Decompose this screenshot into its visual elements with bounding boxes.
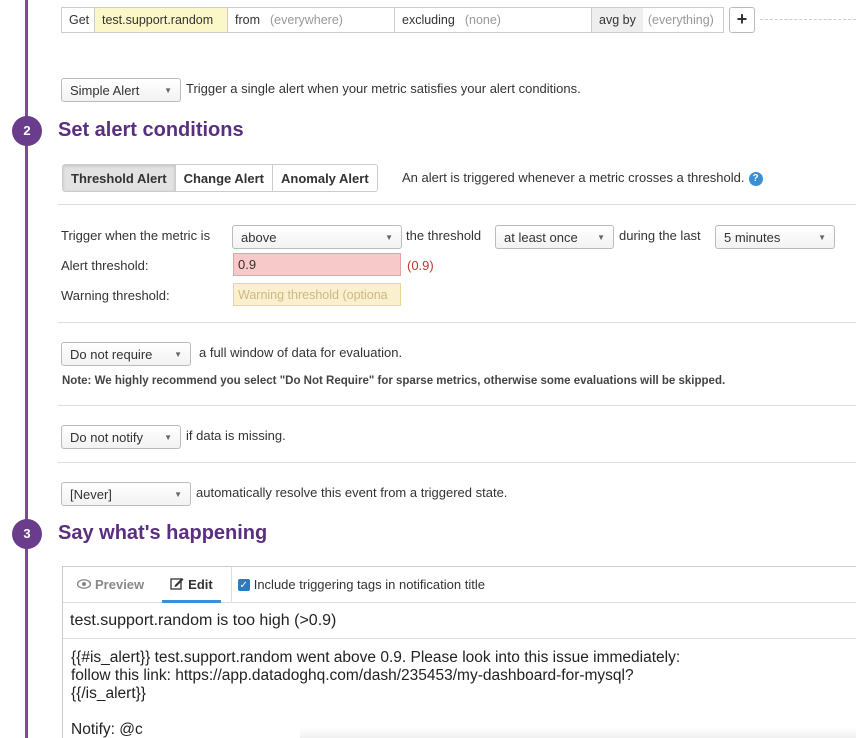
steps-timeline-line xyxy=(25,0,28,738)
alert-method-tabs: Threshold Alert Change Alert Anomaly Ale… xyxy=(62,164,378,192)
editor-tabs: Preview Edit ✓ Include triggering tags i… xyxy=(63,566,856,603)
message-title-input[interactable]: test.support.random is too high (>0.9) xyxy=(63,603,856,639)
no-data-notify-value: Do not notify xyxy=(70,429,143,445)
require-window-text: a full window of data for evaluation. xyxy=(199,345,403,360)
trigger-label: Trigger when the metric is xyxy=(61,228,211,243)
excluding-selector[interactable]: excluding (none) xyxy=(395,8,592,32)
chevron-down-icon: ▼ xyxy=(597,232,605,242)
avg-by-label: avg by xyxy=(592,8,643,32)
auto-resolve-value: [Never] xyxy=(70,486,112,502)
chevron-down-icon: ▼ xyxy=(164,432,172,442)
message-body-line: follow this link: https://app.datadoghq.… xyxy=(71,667,634,684)
get-label: Get xyxy=(62,8,95,32)
threshold-label: the threshold xyxy=(406,228,482,243)
chevron-down-icon: ▼ xyxy=(174,349,182,359)
comparison-value: above xyxy=(241,229,277,245)
alert-threshold-label: Alert threshold: xyxy=(61,258,149,273)
alert-threshold-echo: (0.9) xyxy=(407,258,434,273)
tab-edit[interactable]: Edit xyxy=(162,567,221,603)
alert-threshold-input[interactable]: 0.9 xyxy=(233,253,401,276)
step-3-title: Say what's happening xyxy=(58,522,268,544)
message-body-line xyxy=(71,703,848,721)
step-2-title: Set alert conditions xyxy=(58,119,244,141)
step-2-badge: 2 xyxy=(12,116,42,146)
divider xyxy=(58,405,856,406)
alert-method-description-text: An alert is triggered whenever a metric … xyxy=(402,170,745,185)
during-label: during the last xyxy=(619,228,701,243)
from-label: from xyxy=(235,13,260,27)
alert-type-value: Simple Alert xyxy=(70,82,140,98)
message-body-line: {{#is_alert}} test.support.random went a… xyxy=(71,649,681,666)
alert-type-select[interactable]: Simple Alert ▼ xyxy=(61,78,181,102)
query-divider xyxy=(760,19,856,20)
frequency-select[interactable]: at least once ▼ xyxy=(495,225,614,249)
step-3-badge: 3 xyxy=(12,519,42,549)
frequency-value: at least once xyxy=(504,229,578,245)
require-window-note: Note: We highly recommend you select "Do… xyxy=(62,375,726,387)
auto-resolve-select[interactable]: [Never] ▼ xyxy=(61,482,191,506)
redaction-overlay xyxy=(150,722,315,738)
metric-query-builder: Get test.support.random from (everywhere… xyxy=(61,7,724,33)
tab-preview[interactable]: Preview xyxy=(69,567,152,602)
excluding-label: excluding xyxy=(402,13,455,27)
message-body-line: {{/is_alert}} xyxy=(71,685,146,702)
divider xyxy=(58,462,856,463)
window-value: 5 minutes xyxy=(724,229,781,245)
require-window-select[interactable]: Do not require ▼ xyxy=(61,342,191,366)
chevron-down-icon: ▼ xyxy=(385,232,393,242)
eye-icon xyxy=(76,577,92,592)
chevron-down-icon: ▼ xyxy=(818,232,826,242)
warning-threshold-label: Warning threshold: xyxy=(61,288,170,303)
require-window-value: Do not require xyxy=(70,346,153,362)
divider xyxy=(58,204,856,205)
chevron-down-icon: ▼ xyxy=(164,85,172,95)
add-query-button[interactable]: + xyxy=(729,7,755,33)
comparison-select[interactable]: above ▼ xyxy=(232,225,402,249)
metric-selector[interactable]: test.support.random xyxy=(95,8,228,32)
avg-by-selector[interactable]: avg by (everything) xyxy=(592,8,723,32)
notification-editor: Preview Edit ✓ Include triggering tags i… xyxy=(62,566,856,738)
help-icon[interactable]: ? xyxy=(748,171,763,186)
window-select[interactable]: 5 minutes ▼ xyxy=(715,225,835,249)
tab-change-alert[interactable]: Change Alert xyxy=(175,165,274,191)
no-data-notify-select[interactable]: Do not notify ▼ xyxy=(61,425,181,449)
include-tags-option[interactable]: ✓ Include triggering tags in notificatio… xyxy=(237,577,485,592)
tab-preview-label: Preview xyxy=(95,577,145,592)
tab-separator xyxy=(230,566,232,603)
divider xyxy=(58,322,856,323)
checkbox-checked-icon[interactable]: ✓ xyxy=(237,578,250,591)
tab-anomaly-alert[interactable]: Anomaly Alert xyxy=(273,165,377,191)
include-tags-label: Include triggering tags in notification … xyxy=(253,577,485,592)
from-value: (everywhere) xyxy=(270,13,343,27)
edit-icon xyxy=(170,577,184,593)
chevron-down-icon: ▼ xyxy=(174,489,182,499)
bottom-shadow xyxy=(300,728,856,738)
auto-resolve-text: automatically resolve this event from a … xyxy=(196,485,508,500)
alert-method-description: An alert is triggered whenever a metric … xyxy=(402,170,763,186)
tab-threshold-alert[interactable]: Threshold Alert xyxy=(63,165,176,191)
excluding-value: (none) xyxy=(464,13,501,27)
avg-by-value: (everything) xyxy=(647,13,714,27)
no-data-notify-text: if data is missing. xyxy=(186,428,286,443)
alert-type-description: Trigger a single alert when your metric … xyxy=(186,81,581,96)
tab-edit-label: Edit xyxy=(188,577,213,592)
from-selector[interactable]: from (everywhere) xyxy=(228,8,395,32)
warning-threshold-input[interactable]: Warning threshold (optiona xyxy=(233,283,401,306)
